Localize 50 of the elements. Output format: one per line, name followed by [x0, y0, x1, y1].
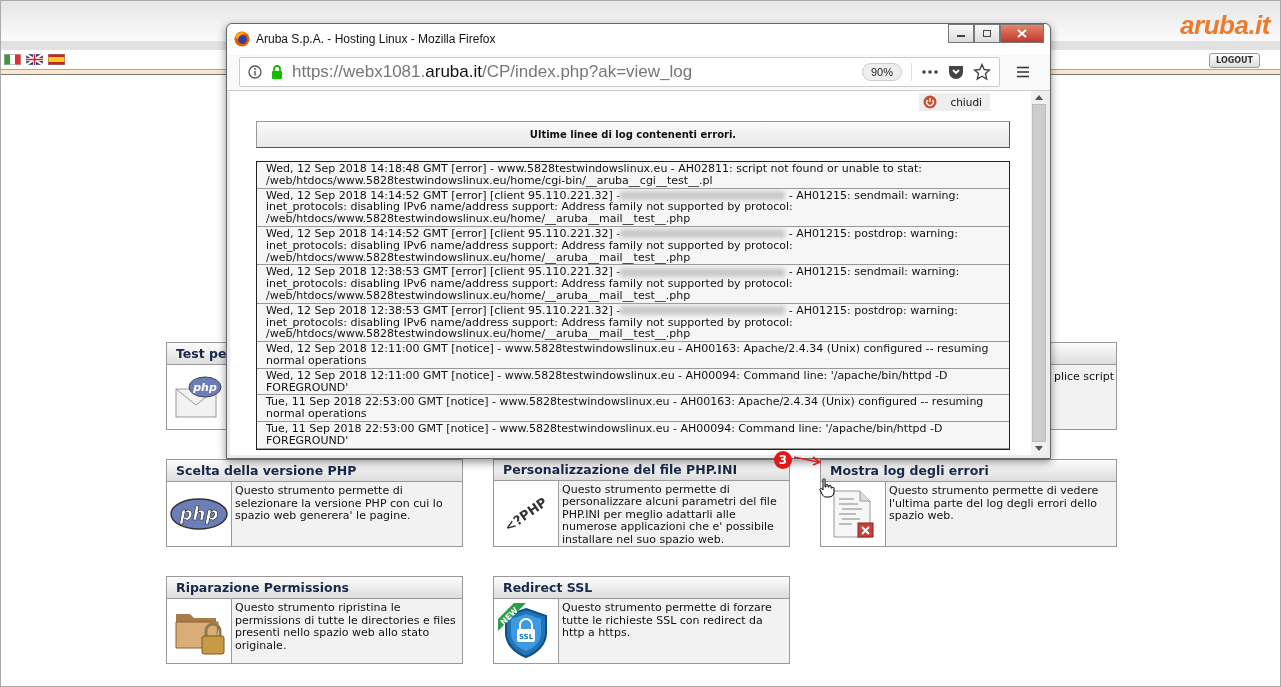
scroll-thumb[interactable] — [1032, 104, 1046, 442]
tool-title[interactable]: Mostra log degli errori — [830, 463, 989, 478]
tool-title[interactable]: Scelta della versione PHP — [176, 463, 357, 478]
arrow-icon — [794, 454, 824, 466]
close-icon — [1017, 29, 1027, 38]
tool-description: Questo strumento permette di personalizzare alcuni parametri del file PHP.INI per meglio adattarli alle numerose applicazioni che e' possibile installare nel suo spazio web. — [562, 483, 778, 546]
php-logo-icon[interactable]: php — [169, 497, 229, 531]
log-entry: Wed, 12 Sep 2018 12:38:53 GMT [error] [client 95.110.221.32] - - AH01215: sendmail: warning: inet_protocols: disabling IPv6 name/address support: Address family not supported by protocol: /web/htdocs/www.5828testwindowslinux.eu/home/__aruba__mail__test__.php — [266, 266, 961, 302]
tool-title[interactable]: Personalizzazione del file PHP.INI — [503, 462, 738, 478]
window-title: Aruba S.p.A. - Hosting Linux - Mozilla Firefox — [256, 32, 497, 46]
close-log-button[interactable]: chiudi — [919, 93, 990, 111]
star-icon[interactable] — [973, 63, 991, 81]
menu-icon[interactable] — [1016, 66, 1030, 78]
italian-flag-icon[interactable] — [4, 54, 21, 65]
restore-button[interactable] — [974, 24, 1000, 43]
scrollbar[interactable] — [1031, 91, 1047, 455]
spanish-flag-icon[interactable] — [48, 54, 65, 65]
log-entry: Wed, 12 Sep 2018 12:38:53 GMT [error] [client 95.110.221.32] - - AH01215: postdrop: warning: inet_protocols: disabling IPv6 name/address support: Address family not supported by protocol: /web/htdocs/www.5828testwindowslinux.eu/home/__aruba__mail__test__.php — [266, 304, 959, 341]
scroll-up-icon[interactable] — [1035, 95, 1043, 100]
tool-description: Questo strumento ripristina le permissions di tutte le directories e files presenti nello spazio web allo stato originale. — [235, 602, 456, 652]
tool-description: Questo strumento permette di forzare tutte le richieste SSL con redirect da http a https. — [562, 602, 773, 640]
more-icon[interactable] — [921, 69, 939, 75]
power-icon — [923, 95, 938, 109]
tool-description: plice script — [1053, 369, 1114, 384]
logout-button[interactable]: LOGOUT — [1209, 53, 1260, 68]
address-bar[interactable]: https://webx1081.aruba.it/CP/index.php?ak=view_log 90% — [239, 57, 1000, 87]
zoom-level[interactable]: 90% — [861, 63, 902, 81]
log-entry: Wed, 12 Sep 2018 14:14:52 GMT [error] [client 95.110.221.32] - - AH01215: sendmail: warning: inet_protocols: disabling IPv6 name/address support: Address family not supported by protocol: /web/htdocs/www.5828testwindowslinux.eu/home/__aruba__mail__test__.php — [266, 189, 961, 225]
log-entry: Wed, 12 Sep 2018 14:18:48 GMT [error] - www.5828testwindowslinux.eu - AH02811: script not found or unable to stat: /web/htdocs/www.5828testwindowslinux.eu/home/cgi-bin/__aruba__cgi__test__.pl — [266, 163, 924, 187]
tool-title[interactable]: Redirect SSL — [503, 580, 593, 595]
close-button[interactable] — [1000, 24, 1044, 43]
british-flag-icon[interactable] — [26, 54, 43, 65]
log-entry: Tue, 11 Sep 2018 22:53:00 GMT [notice] - www.5828testwindowslinux.eu - AH00163: Apache/2.4.34 (Unix) configured -- resuming normal operations — [266, 396, 985, 420]
pocket-icon[interactable] — [948, 64, 964, 80]
url-text[interactable]: https://webx1081.aruba.it/CP/index.php?ak=view_log — [292, 62, 853, 82]
firefox-icon — [234, 31, 250, 47]
log-entry: Wed, 12 Sep 2018 14:14:52 GMT [error] [client 95.110.221.32] - - AH01215: postdrop: warning: inet_protocols: disabling IPv6 name/address support: Address family not supported by protocol: /web/htdocs/www.5828testwindowslinux.eu/home/__aruba__mail__test__.php — [266, 228, 959, 264]
tool-description: Questo strumento permette di vedere l'ultima parte del log degli errori dello spazio web. — [889, 485, 1100, 523]
log-heading: Ultime linee di log contenenti errori. — [256, 121, 1010, 148]
tool-description: Questo strumento permette di selezionare la versione PHP con cui lo spazio web generera' le pagine. — [235, 485, 444, 523]
tool-title[interactable]: Test pe — [176, 346, 227, 361]
lock-icon — [271, 65, 283, 79]
log-entry: Wed, 12 Sep 2018 12:11:00 GMT [notice] - www.5828testwindowslinux.eu - AH00094: Command line: '/apache/bin/httpd -D FOREGROUND' — [266, 369, 949, 394]
restore-icon — [982, 29, 992, 38]
scroll-down-icon[interactable] — [1035, 446, 1043, 451]
tool-title[interactable]: Riparazione Permissions — [176, 580, 349, 595]
log-entry: Wed, 12 Sep 2018 12:11:00 GMT [notice] - www.5828testwindowslinux.eu - AH00163: Apache/2.4.34 (Unix) configured -- resuming normal operations — [266, 343, 990, 367]
minimize-button[interactable] — [948, 24, 974, 43]
info-icon[interactable] — [248, 65, 262, 79]
log-entry: Tue, 11 Sep 2018 22:53:00 GMT [notice] - www.5828testwindowslinux.eu - AH00094: Command line: '/apache/bin/httpd -D FOREGROUND' — [266, 422, 944, 447]
